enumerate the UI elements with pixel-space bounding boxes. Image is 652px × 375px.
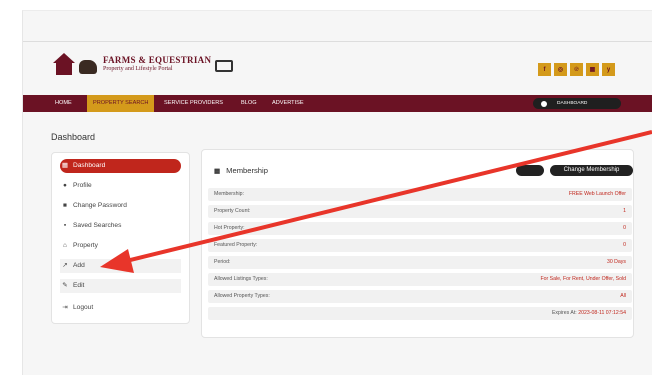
linkedin-icon[interactable]: ▦ (586, 63, 599, 76)
nav-service-providers[interactable]: SERVICE PROVIDERS (164, 95, 223, 112)
sidebar-item-edit[interactable]: ✎ Edit (60, 279, 181, 293)
table-row: Membership: FREE Web Launch Offer (208, 188, 632, 201)
nav-property-search[interactable]: PROPERTY SEARCH (87, 95, 155, 112)
dashboard-button-label: DASHBOARD (557, 101, 588, 106)
sidebar-item-label: Profile (73, 182, 92, 189)
site-logo[interactable]: FARMS & EQUESTRIAN Property and Lifestyl… (53, 53, 234, 75)
row-value: 0 (623, 225, 626, 231)
row-label: Allowed Property Types: (214, 293, 270, 299)
nav-blog[interactable]: BLOG (241, 95, 257, 112)
sidebar-item-label: Logout (73, 304, 94, 311)
sidebar-item-label: Change Password (73, 202, 127, 209)
table-row: Property Count: 1 (208, 205, 632, 218)
instagram-icon[interactable]: ◎ (554, 63, 567, 76)
row-label: Membership: (214, 191, 244, 197)
sidebar-item-saved-searches[interactable]: ▪ Saved Searches (60, 219, 122, 233)
row-value: 0 (623, 242, 626, 248)
logo-title: FARMS & EQUESTRIAN (103, 55, 212, 65)
horse-icon (79, 60, 97, 74)
page: FARMS & EQUESTRIAN Property and Lifestyl… (22, 10, 652, 375)
tractor-icon (215, 60, 234, 72)
sidebar-item-label: Saved Searches (73, 222, 122, 229)
sidebar-item-label: Property (73, 242, 98, 249)
home-icon: ⌂ (63, 242, 67, 249)
sidebar-item-property[interactable]: ⌂ Property (60, 239, 98, 253)
sidebar-item-change-password[interactable]: ■ Change Password (60, 199, 127, 213)
table-row: Allowed Property Types: All (208, 290, 632, 303)
logo-subtitle: Property and Lifestyle Portal (103, 66, 173, 72)
table-row: Allowed Listings Types: For Sale, For Re… (208, 273, 632, 286)
dashboard-button[interactable]: DASHBOARD (533, 98, 621, 109)
youtube-icon[interactable]: y (602, 63, 615, 76)
sidebar-item-add[interactable]: ↗ Add (60, 259, 181, 273)
user-icon (541, 100, 547, 107)
nav-home[interactable]: HOME (55, 95, 72, 112)
expires-text: Expires At: 2023-08-11 07:12:54 (552, 307, 626, 320)
card-title: ▦ Membership (214, 166, 268, 175)
secondary-button[interactable] (516, 165, 544, 176)
sidebar-item-label: Add (73, 262, 85, 269)
pinterest-icon[interactable]: ℗ (570, 63, 583, 76)
row-label: Hot Property: (214, 225, 245, 231)
membership-card: ▦ Membership Change Membership Membershi… (201, 149, 634, 338)
page-title: Dashboard (51, 132, 96, 142)
external-add-icon: ↗ (62, 262, 68, 269)
sidebar: ▦ Dashboard ● Profile ■ Change Password … (51, 152, 190, 324)
sidebar-item-logout[interactable]: ⇥ Logout (60, 301, 93, 315)
edit-icon: ✎ (62, 282, 68, 289)
row-value: FREE Web Launch Offer (568, 191, 626, 197)
row-label: Period: (214, 259, 231, 265)
social-links: f ◎ ℗ ▦ y (538, 63, 615, 76)
table-row: Featured Property: 0 (208, 239, 632, 252)
expires-value: 2023-08-11 07:12:54 (578, 310, 626, 316)
user-icon: ● (63, 182, 67, 189)
house-icon (53, 53, 75, 75)
table-row: Period: 30 Days (208, 256, 632, 269)
lock-icon: ■ (63, 202, 67, 209)
row-value: 1 (623, 208, 626, 214)
facebook-icon[interactable]: f (538, 63, 551, 76)
main-nav: HOME PROPERTY SEARCH SERVICE PROVIDERS B… (23, 95, 652, 112)
sidebar-item-profile[interactable]: ● Profile (60, 179, 92, 193)
row-value: All (620, 293, 626, 299)
save-icon: ▪ (63, 222, 67, 229)
row-value: For Sale, For Rent, Under Offer, Sold (540, 276, 626, 282)
sidebar-item-label: Dashboard (73, 162, 106, 169)
membership-icon: ▦ (214, 167, 221, 175)
row-value: 30 Days (606, 259, 626, 265)
expires-label: Expires At: (551, 310, 577, 316)
table-row: Hot Property: 0 (208, 222, 632, 235)
membership-title: Membership (226, 166, 268, 175)
row-label: Featured Property: (214, 242, 258, 248)
row-label: Allowed Listings Types: (214, 276, 268, 282)
sidebar-item-dashboard[interactable]: ▦ Dashboard (60, 159, 181, 173)
sidebar-item-label: Edit (73, 282, 85, 289)
change-membership-button[interactable]: Change Membership (550, 165, 633, 176)
nav-advertise[interactable]: ADVERTISE (272, 95, 304, 112)
logout-icon: ⇥ (62, 304, 68, 311)
expires-row: Expires At: 2023-08-11 07:12:54 (208, 307, 632, 320)
row-label: Property Count: (214, 208, 251, 214)
dashboard-icon: ▦ (61, 162, 69, 169)
divider (23, 41, 652, 42)
